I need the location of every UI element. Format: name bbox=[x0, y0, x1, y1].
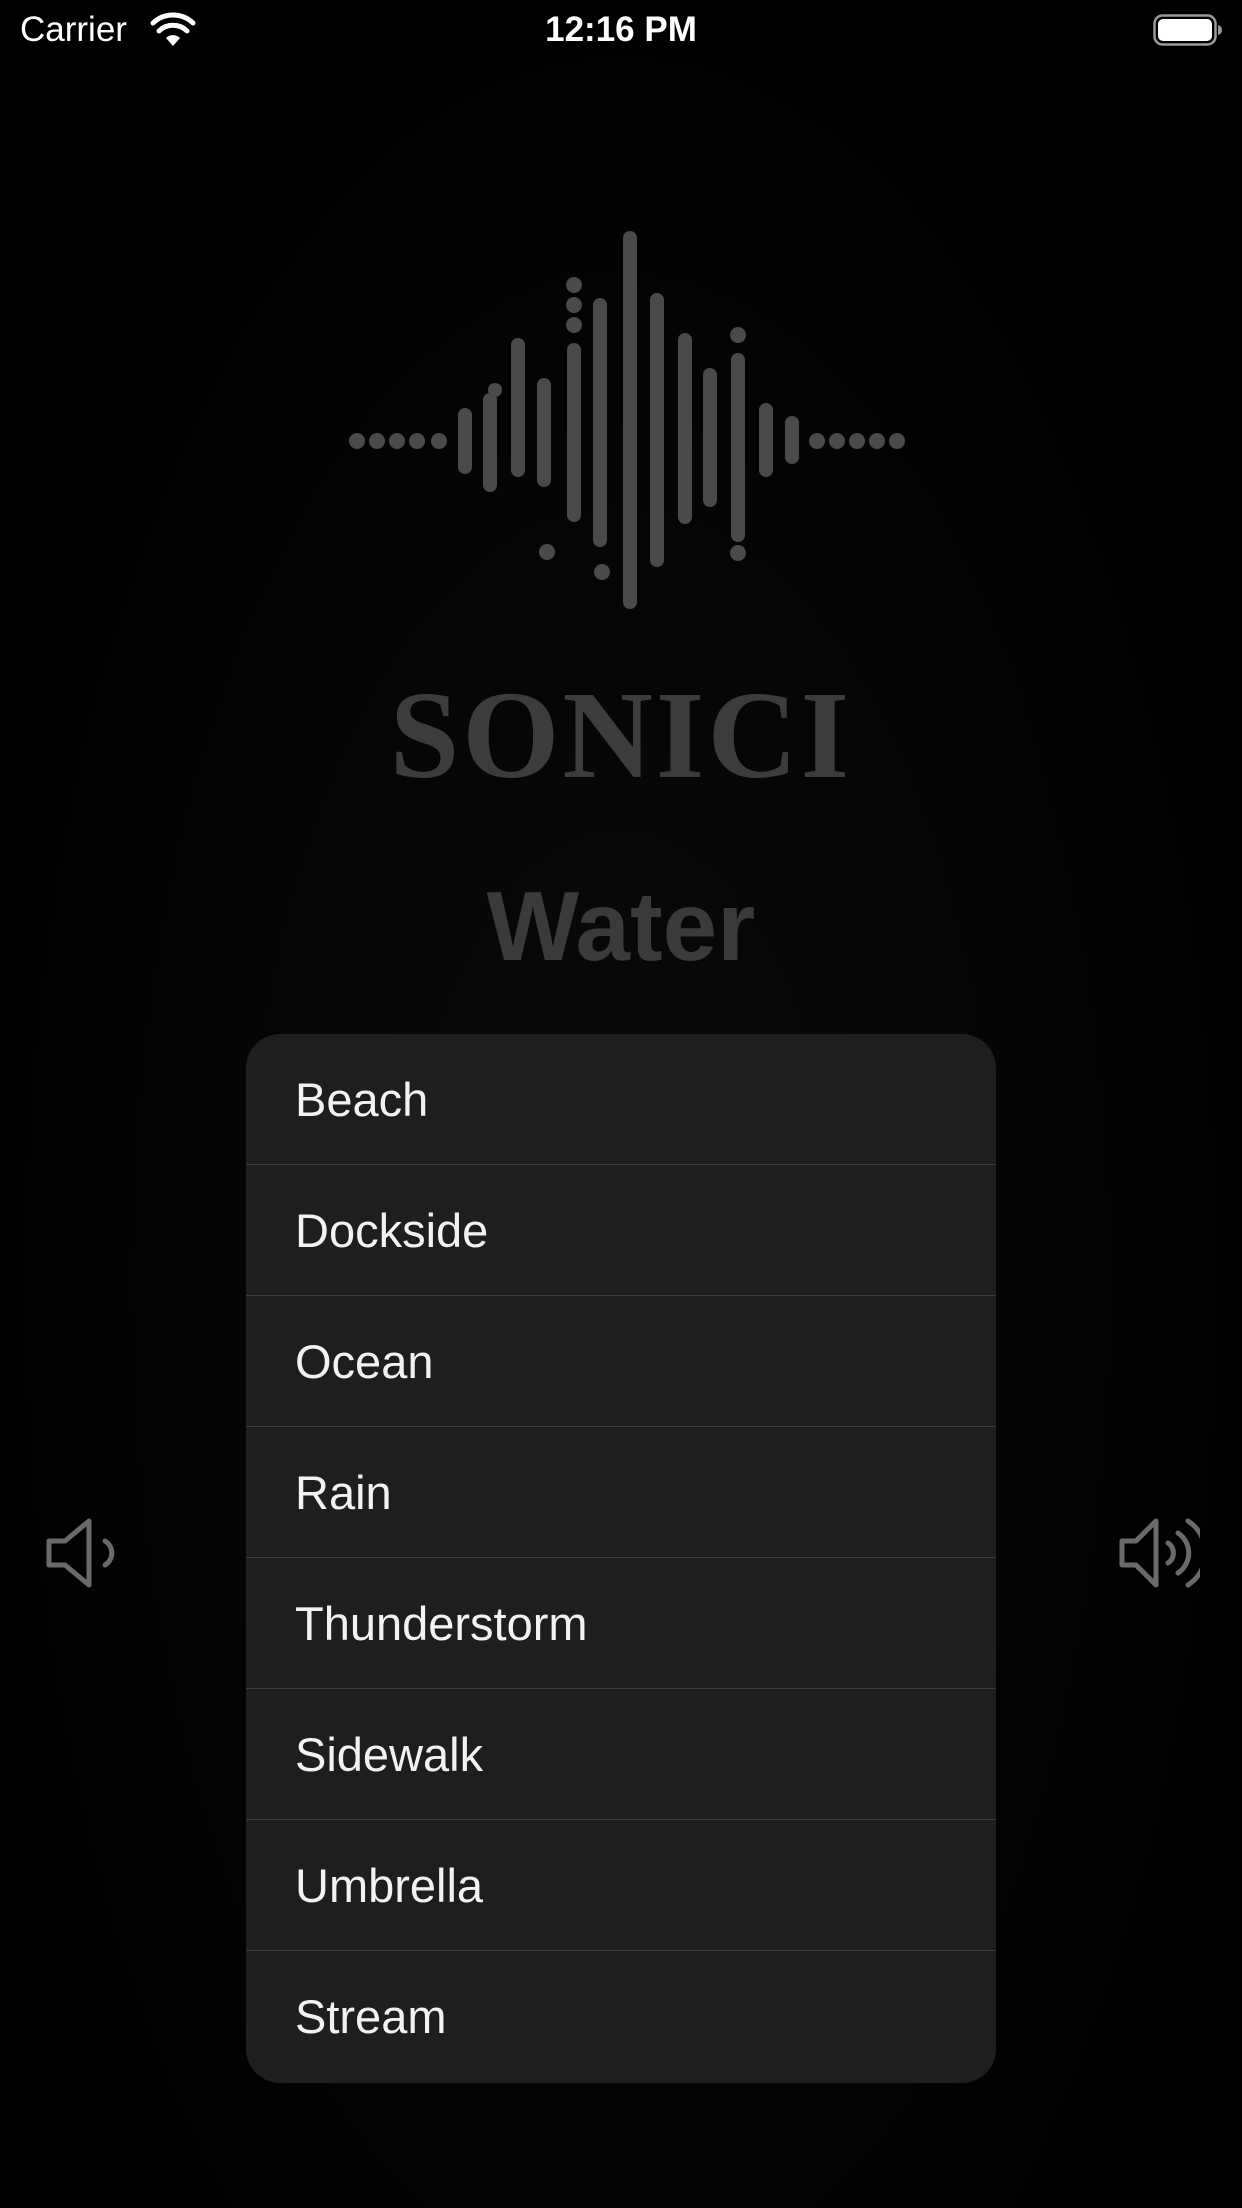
status-bar: Carrier 12:16 PM bbox=[0, 0, 1242, 62]
menu-item-ocean[interactable]: Ocean bbox=[246, 1296, 996, 1427]
category-title: Water bbox=[486, 871, 756, 981]
menu-item-sidewalk[interactable]: Sidewalk bbox=[246, 1689, 996, 1820]
battery-icon bbox=[1153, 14, 1222, 46]
menu-item-rain[interactable]: Rain bbox=[246, 1427, 996, 1558]
speaker-high-icon[interactable] bbox=[1118, 1515, 1200, 1591]
menu-item-beach[interactable]: Beach bbox=[246, 1034, 996, 1165]
brand-logo-text: SONICI bbox=[389, 667, 853, 805]
sound-menu: Beach Dockside Ocean Rain Thunderstorm S… bbox=[246, 1034, 996, 2083]
menu-item-dockside[interactable]: Dockside bbox=[246, 1165, 996, 1296]
menu-item-stream[interactable]: Stream bbox=[246, 1951, 996, 2083]
waveform-icon bbox=[349, 231, 905, 609]
clock: 12:16 PM bbox=[545, 10, 697, 49]
menu-item-umbrella[interactable]: Umbrella bbox=[246, 1820, 996, 1951]
speaker-low-icon[interactable] bbox=[45, 1515, 125, 1591]
menu-item-thunderstorm[interactable]: Thunderstorm bbox=[246, 1558, 996, 1689]
app-screen: Carrier 12:16 PM SONICI Water Beach Dock… bbox=[0, 0, 1242, 2208]
